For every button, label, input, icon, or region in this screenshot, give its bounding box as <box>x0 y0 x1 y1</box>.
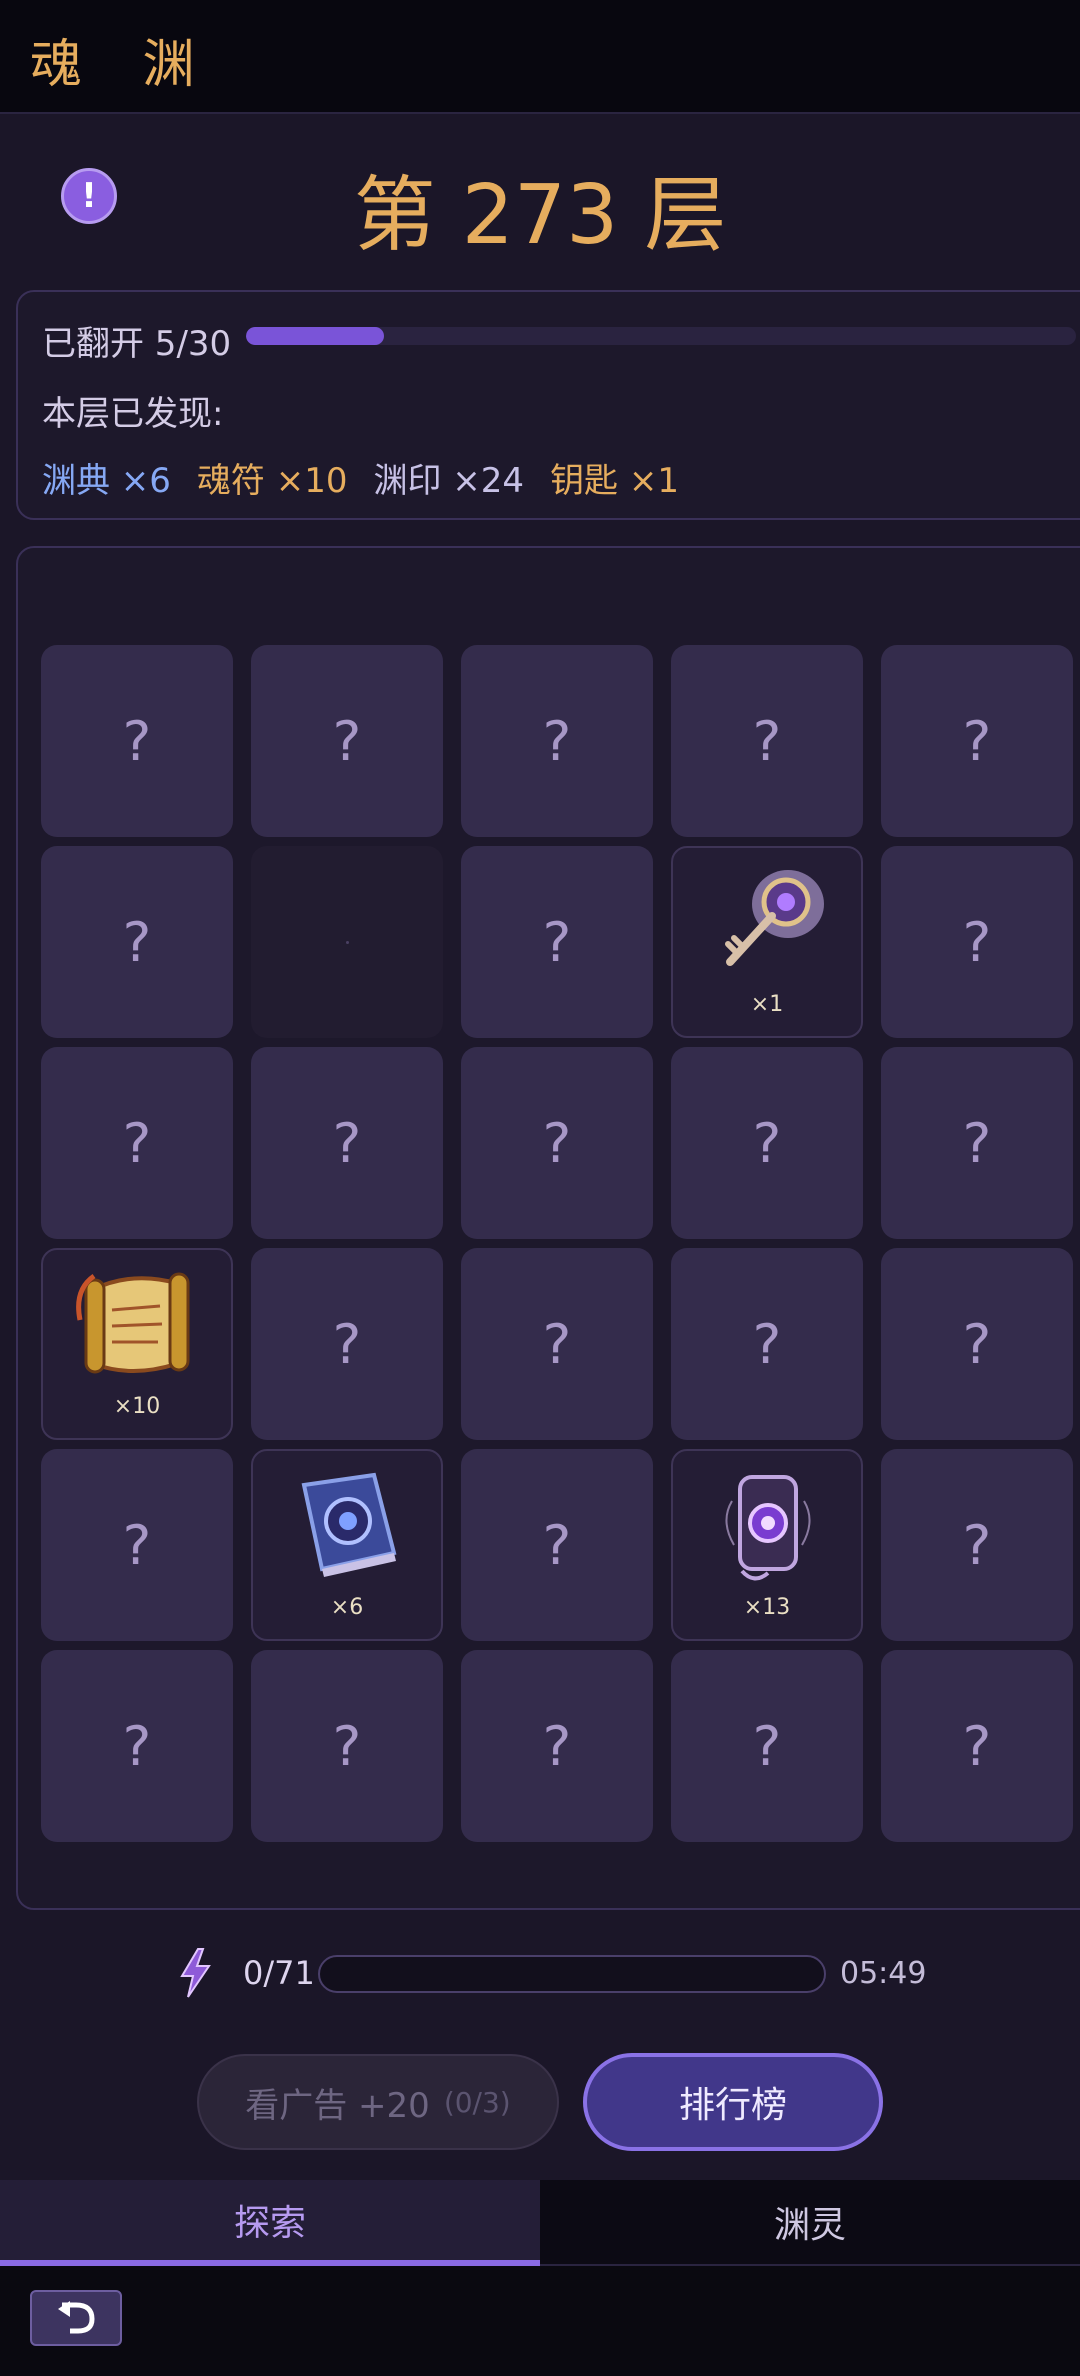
watch-ad-count: (0/3) <box>443 2085 511 2119</box>
question-mark-icon: ? <box>542 1714 572 1778</box>
seal-card-icon <box>702 1461 832 1591</box>
energy-timer: 05:49 <box>840 1956 927 1991</box>
scroll-icon <box>72 1260 202 1390</box>
question-mark-icon: ? <box>962 1312 992 1376</box>
question-mark-icon: ? <box>542 1111 572 1175</box>
question-mark-icon: ? <box>962 1714 992 1778</box>
grid-tile-3-3[interactable]: ? <box>461 1047 653 1239</box>
found-item-scroll: 魂符 ×10 <box>196 461 348 501</box>
found-label: 本层已发现: <box>42 394 224 434</box>
grid-tile-1-3[interactable]: ? <box>461 645 653 837</box>
grid-tile-6-5[interactable]: ? <box>881 1650 1073 1842</box>
grid-tile-1-2[interactable]: ? <box>251 645 443 837</box>
found-item-book: 渊典 ×6 <box>42 461 171 501</box>
grid-tile-5-4[interactable]: ×13 <box>671 1449 863 1641</box>
opened-progress-fill <box>246 327 385 345</box>
grid-tile-6-1[interactable]: ? <box>41 1650 233 1842</box>
grid-tile-2-3[interactable]: ? <box>461 846 653 1038</box>
empty-tile-dot <box>345 940 349 944</box>
grid-tile-4-4[interactable]: ? <box>671 1248 863 1440</box>
grid-tile-5-1[interactable]: ? <box>41 1449 233 1641</box>
footer-bar <box>0 2266 1080 2376</box>
found-item-key: 钥匙 ×1 <box>550 461 679 501</box>
question-mark-icon: ? <box>332 709 362 773</box>
watch-ad-label: 看广告 +20 <box>245 2085 430 2126</box>
watch-ad-button[interactable]: 看广告 +20 (0/3) <box>197 2054 559 2150</box>
found-items-list: 渊典 ×6 魂符 ×10 渊印 ×24 钥匙 ×1 <box>42 453 705 502</box>
question-mark-icon: ? <box>332 1714 362 1778</box>
opened-count-label: 已翻开 5/30 <box>42 324 232 364</box>
grid-tile-5-5[interactable]: ? <box>881 1449 1073 1641</box>
tile-item-count: ×1 <box>750 991 784 1017</box>
question-mark-icon: ? <box>962 910 992 974</box>
grid-tile-6-3[interactable]: ? <box>461 1650 653 1842</box>
grid-tile-2-5[interactable]: ? <box>881 846 1073 1038</box>
question-mark-icon: ? <box>752 709 782 773</box>
found-item-seal: 渊印 ×24 <box>373 461 525 501</box>
question-mark-icon: ? <box>122 1714 152 1778</box>
opened-progress-bar <box>246 327 1076 345</box>
grid-tile-6-4[interactable]: ? <box>671 1650 863 1842</box>
grid-tile-6-2[interactable]: ? <box>251 1650 443 1842</box>
grid-tile-2-1[interactable]: ? <box>41 846 233 1038</box>
grid-tile-3-1[interactable]: ? <box>41 1047 233 1239</box>
lightning-icon <box>180 1948 211 1998</box>
question-mark-icon: ? <box>122 910 152 974</box>
leaderboard-button[interactable]: 排行榜 <box>583 2053 883 2151</box>
grid-tile-4-2[interactable]: ? <box>251 1248 443 1440</box>
energy-bar <box>318 1955 826 1993</box>
question-mark-icon: ? <box>962 1513 992 1577</box>
question-mark-icon: ? <box>752 1111 782 1175</box>
header: 魂 渊 <box>0 0 1080 114</box>
floor-title: 第 273 层 <box>353 168 727 263</box>
question-mark-icon: ? <box>752 1312 782 1376</box>
grid-tile-4-1[interactable]: ×10 <box>41 1248 233 1440</box>
question-mark-icon: ? <box>542 1312 572 1376</box>
back-arrow-icon <box>58 2301 95 2334</box>
grid-tile-5-3[interactable]: ? <box>461 1449 653 1641</box>
grid-tile-4-5[interactable]: ? <box>881 1248 1073 1440</box>
question-mark-icon: ? <box>752 1714 782 1778</box>
question-mark-icon: ? <box>122 709 152 773</box>
tab-bar: 探索 渊灵 <box>0 2180 1080 2266</box>
question-mark-icon: ? <box>332 1312 362 1376</box>
tile-item-count: ×13 <box>743 1594 791 1620</box>
grid-tile-1-4[interactable]: ? <box>671 645 863 837</box>
app-root: 魂 渊 ! 第 273 层 已翻开 5/30 本层已发现: 渊典 ×6 魂符 ×… <box>0 0 1080 2376</box>
energy-count: 0/71 <box>243 1954 315 1992</box>
grid-tile-2-2[interactable] <box>251 846 443 1038</box>
back-button[interactable] <box>30 2290 122 2346</box>
book-icon <box>282 1461 412 1591</box>
question-mark-icon: ? <box>962 1111 992 1175</box>
app-title: 魂 渊 <box>30 35 217 95</box>
grid-tile-3-2[interactable]: ? <box>251 1047 443 1239</box>
tile-item-count: ×10 <box>113 1393 161 1419</box>
question-mark-icon: ? <box>542 1513 572 1577</box>
question-mark-icon: ? <box>542 910 572 974</box>
tile-item-count: ×6 <box>330 1594 364 1620</box>
key-icon <box>702 858 832 988</box>
question-mark-icon: ? <box>122 1513 152 1577</box>
grid-tile-1-1[interactable]: ? <box>41 645 233 837</box>
question-mark-icon: ? <box>332 1111 362 1175</box>
grid-tile-3-5[interactable]: ? <box>881 1047 1073 1239</box>
question-mark-icon: ? <box>122 1111 152 1175</box>
grid-tile-1-5[interactable]: ? <box>881 645 1073 837</box>
grid-tile-2-4[interactable]: ×1 <box>671 846 863 1038</box>
tab-explore[interactable]: 探索 <box>0 2180 540 2266</box>
question-mark-icon: ? <box>542 709 572 773</box>
grid-tile-3-4[interactable]: ? <box>671 1047 863 1239</box>
question-mark-icon: ? <box>962 709 992 773</box>
grid-tile-4-3[interactable]: ? <box>461 1248 653 1440</box>
grid-tile-5-2[interactable]: ×6 <box>251 1449 443 1641</box>
tab-spirits[interactable]: 渊灵 <box>540 2180 1080 2266</box>
